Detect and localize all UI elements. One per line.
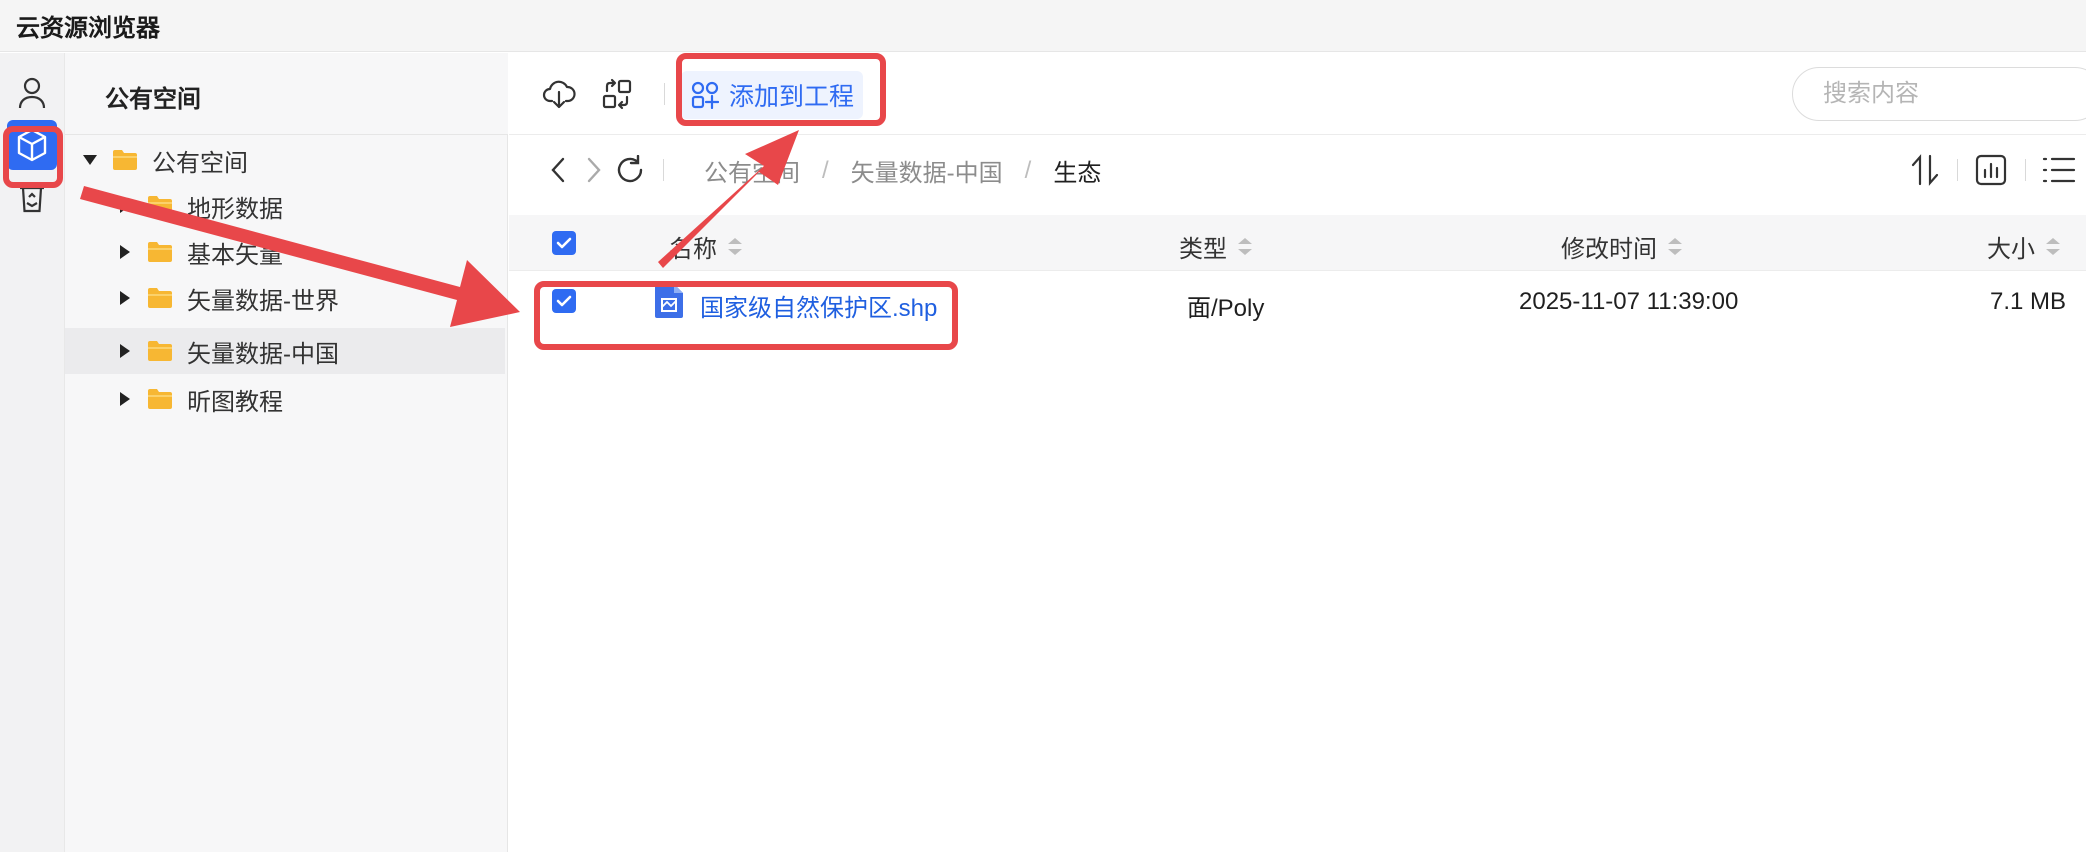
column-label: 修改时间: [1561, 236, 1657, 263]
main-panel: 添加到工程 公有空间 / 矢量数据-中国 / 生态: [509, 53, 2086, 852]
tree-item-label: 基本矢量: [187, 241, 283, 269]
grid-view-button[interactable]: [1971, 150, 2011, 190]
list-icon: [2042, 157, 2076, 183]
breadcrumb-current: 生态: [1053, 160, 1102, 187]
column-label: 名称: [669, 236, 717, 263]
sort-arrows-icon[interactable]: [1237, 237, 1253, 256]
tree-item-label: 公有空间: [152, 149, 248, 177]
toolbar: 添加到工程: [509, 53, 2086, 135]
caret-right-icon[interactable]: [111, 284, 139, 312]
sort-arrows-icon[interactable]: [2045, 237, 2061, 256]
column-label: 大小: [1987, 236, 2035, 263]
sort-arrows-icon[interactable]: [727, 237, 743, 256]
column-header-type[interactable]: 类型: [1179, 229, 1253, 264]
nav-divider: [1957, 159, 1958, 181]
tree-item-tutorial[interactable]: 昕图教程: [65, 376, 505, 422]
nav-divider: [2025, 159, 2026, 181]
caret-right-icon[interactable]: [111, 337, 139, 365]
toolbar-divider: [664, 83, 665, 105]
rail-personal-button[interactable]: [7, 68, 57, 118]
caret-right-icon[interactable]: [111, 192, 139, 220]
check-icon: [556, 237, 572, 249]
sort-button[interactable]: [1905, 150, 1945, 190]
tree-item-basic-vector[interactable]: 基本矢量: [65, 229, 505, 275]
forward-button[interactable]: [574, 150, 614, 190]
refresh-icon: [617, 155, 643, 183]
nav-divider: [663, 159, 664, 181]
column-header-name[interactable]: 名称: [669, 229, 743, 264]
caret-down-icon[interactable]: [76, 146, 104, 174]
folder-icon: [148, 389, 172, 409]
sort-icon: [1911, 154, 1939, 186]
back-button[interactable]: [538, 150, 578, 190]
app-title: 云资源浏览器: [16, 15, 160, 42]
row-checkbox[interactable]: [552, 289, 576, 313]
tree-item-vector-china[interactable]: 矢量数据-中国: [65, 328, 505, 374]
tree-title: 公有空间: [105, 86, 201, 113]
navigation-bar: 公有空间 / 矢量数据-中国 / 生态: [509, 135, 2086, 205]
breadcrumb-separator: /: [822, 156, 829, 184]
table-header: 名称 类型 修改时间 大小: [509, 215, 2086, 271]
tree-item-label: 昕图教程: [187, 388, 283, 416]
tree-item-label: 地形数据: [187, 195, 283, 223]
tree-item-label: 矢量数据-世界: [187, 287, 339, 315]
tree-item-root[interactable]: 公有空间: [65, 137, 505, 183]
table-row[interactable]: 国家级自然保护区.shp 面/Poly 2025-11-07 11:39:00 …: [509, 271, 2086, 331]
chevron-right-icon: [587, 157, 601, 183]
breadcrumb-item[interactable]: 公有空间: [704, 153, 800, 188]
vector-file-icon: [655, 284, 683, 318]
folder-icon: [113, 150, 137, 170]
file-name[interactable]: 国家级自然保护区.shp: [700, 288, 937, 323]
title-bar: 云资源浏览器: [0, 0, 2086, 52]
icon-rail: [0, 53, 65, 852]
tree-item-terrain[interactable]: 地形数据: [65, 183, 505, 229]
cloud-download-icon: [542, 80, 576, 109]
swap-icon: [602, 78, 632, 110]
list-view-button[interactable]: [2039, 150, 2079, 190]
column-header-size[interactable]: 大小: [1987, 229, 2061, 264]
rail-recycle-button[interactable]: [7, 172, 57, 222]
chevron-left-icon: [551, 157, 565, 183]
search-input[interactable]: [1823, 68, 2083, 120]
download-button[interactable]: [539, 74, 579, 114]
caret-right-icon[interactable]: [111, 385, 139, 413]
tree-item-vector-world[interactable]: 矢量数据-世界: [65, 275, 505, 321]
tree-header: 公有空间: [65, 53, 508, 135]
column-label: 类型: [1179, 236, 1227, 263]
folder-icon: [148, 196, 172, 216]
folder-tree-panel: 公有空间 公有空间 地形数据 基本矢量 矢量数据-世界 矢量数据-中国 昕图教程: [65, 53, 508, 852]
cube-icon: [17, 128, 47, 162]
sort-arrows-icon[interactable]: [1667, 237, 1683, 256]
folder-icon: [148, 288, 172, 308]
breadcrumb-item[interactable]: 矢量数据-中国: [851, 153, 1003, 188]
refresh-button[interactable]: [610, 150, 650, 190]
breadcrumb: 公有空间 / 矢量数据-中国 / 生态: [704, 153, 1101, 188]
apps-icon: [691, 81, 719, 109]
file-modified: 2025-11-07 11:39:00: [1519, 288, 1739, 315]
file-type: 面/Poly: [1187, 295, 1265, 322]
recycle-bin-icon: [20, 182, 44, 213]
breadcrumb-separator: /: [1024, 156, 1032, 184]
search-box[interactable]: [1792, 67, 2086, 121]
user-icon: [18, 77, 46, 109]
tree-item-label: 矢量数据-中国: [187, 340, 339, 368]
caret-right-icon[interactable]: [111, 238, 139, 266]
file-size: 7.1 MB: [1989, 288, 2066, 315]
column-header-modified[interactable]: 修改时间: [1561, 229, 1683, 264]
add-to-project-button[interactable]: 添加到工程: [681, 71, 863, 119]
transform-button[interactable]: [597, 74, 637, 114]
add-to-project-label: 添加到工程: [729, 83, 855, 111]
folder-icon: [148, 242, 172, 262]
select-all-checkbox[interactable]: [552, 231, 576, 255]
check-icon: [556, 295, 572, 307]
rail-public-button[interactable]: [7, 120, 57, 170]
chart-view-icon: [1975, 154, 2007, 186]
folder-icon: [148, 341, 172, 361]
